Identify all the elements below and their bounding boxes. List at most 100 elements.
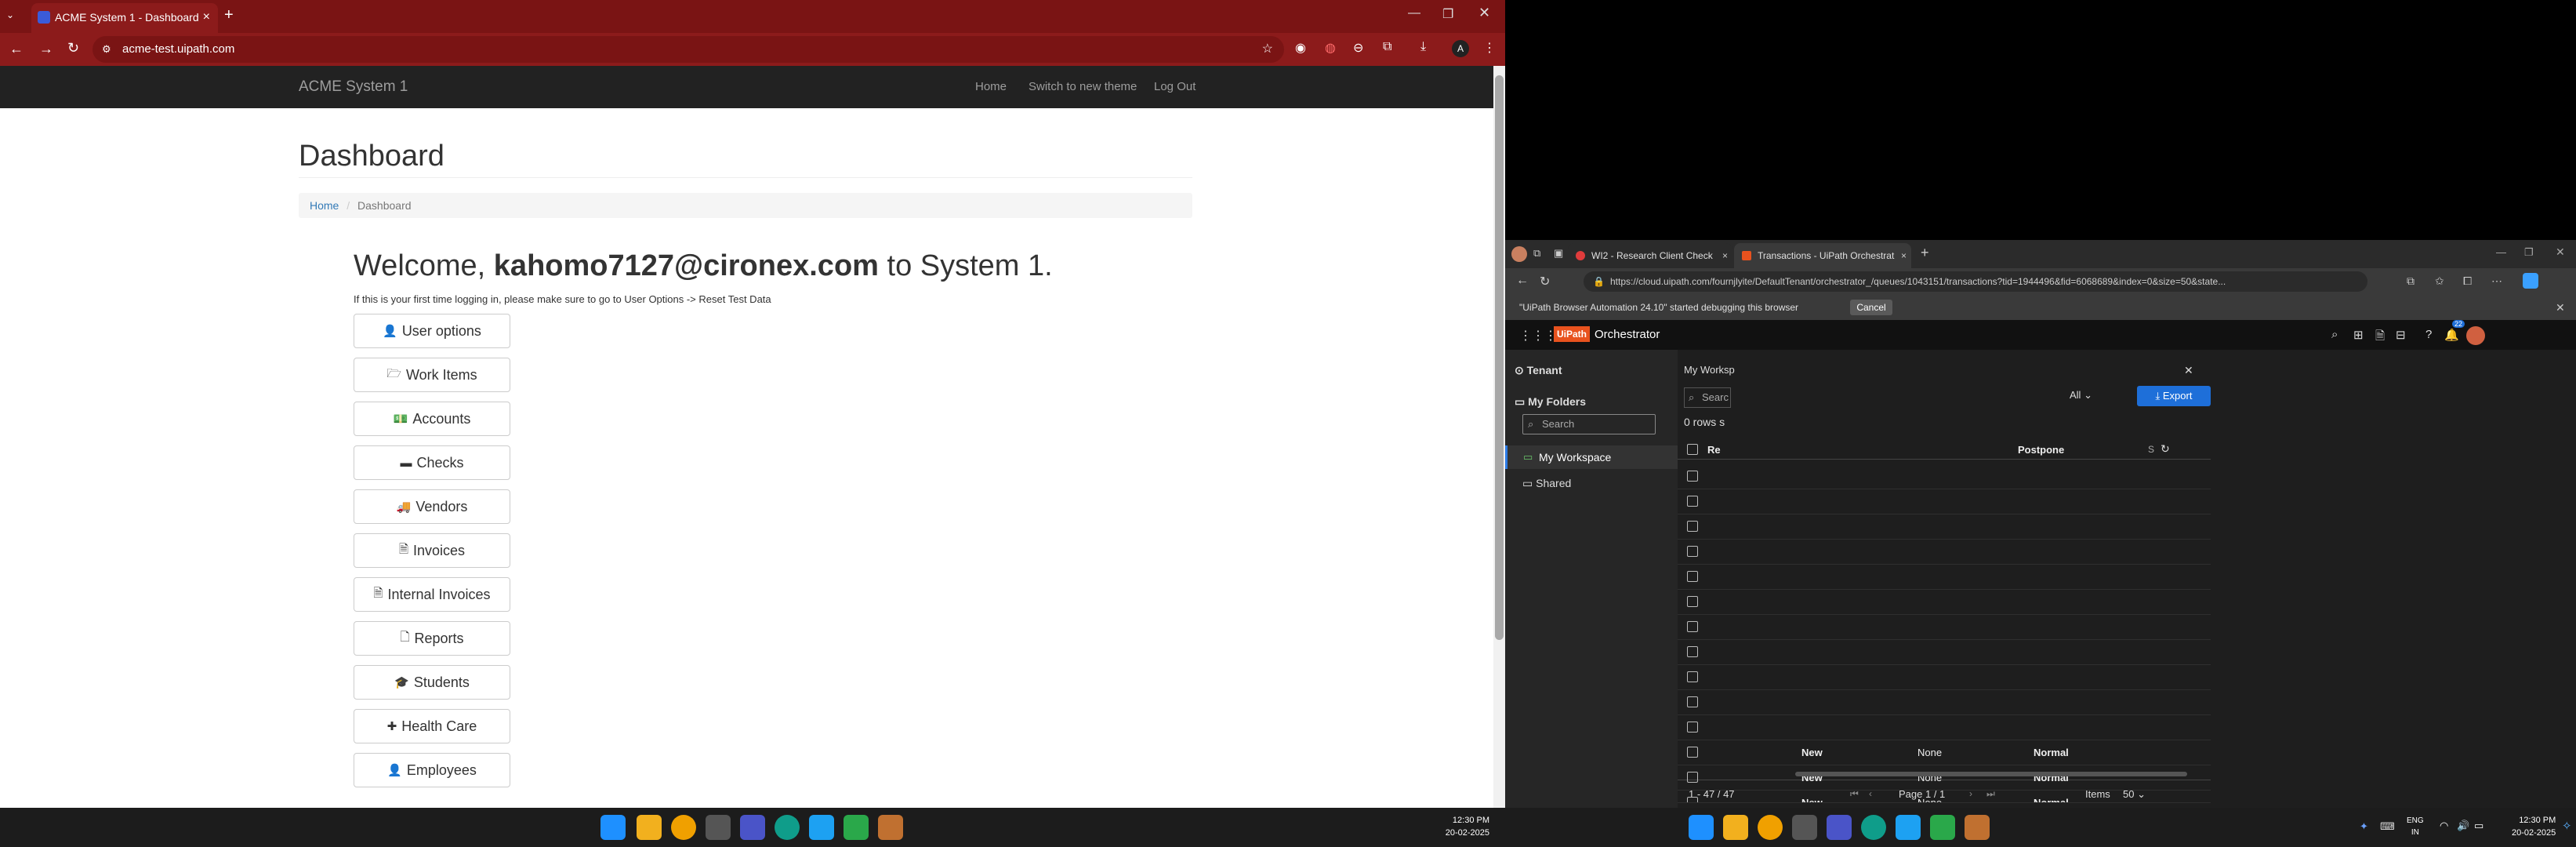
volume-icon[interactable]: 🔊 [2457, 820, 2469, 832]
table-icon[interactable]: ⊟ [2396, 328, 2406, 342]
sidebar-tenant[interactable]: ⊙ Tenant [1515, 364, 1562, 377]
menu-button-invoices[interactable]: 🗎 Invoices [354, 533, 510, 568]
app-icon-2[interactable] [844, 815, 869, 840]
file-explorer-icon[interactable] [637, 815, 662, 840]
extension-uipath-icon[interactable]: ◉ [1295, 40, 1306, 56]
table-row[interactable] [1678, 540, 2211, 565]
user-avatar[interactable] [2466, 326, 2485, 345]
extension-record-icon[interactable]: ◍ [1325, 40, 1336, 56]
wifi-icon[interactable]: ◠ [2440, 820, 2448, 832]
table-row[interactable] [1678, 665, 2211, 690]
back-icon[interactable]: ← [9, 41, 24, 57]
tab-search-chevron-icon[interactable]: ⌄ [6, 9, 14, 20]
row-checkbox[interactable] [1687, 797, 1698, 802]
all-filter-dropdown[interactable]: All ⌄ [2070, 389, 2092, 402]
studio-icon[interactable] [1896, 815, 1921, 840]
teams-icon[interactable] [740, 815, 765, 840]
nav-home-link[interactable]: Home [975, 66, 1007, 108]
row-checkbox[interactable] [1687, 747, 1698, 758]
extensions-puzzle-icon[interactable]: ⧉ [1383, 40, 1391, 54]
menu-button-vendors[interactable]: 🚚 Vendors [354, 489, 510, 524]
menu-button-work-items[interactable]: 🗁 Work Items [354, 358, 510, 392]
nav-switch-theme-link[interactable]: Switch to new theme [1029, 66, 1137, 108]
edge-profile-avatar[interactable] [1511, 246, 1527, 262]
workspaces-icon[interactable]: ⧉ [1533, 247, 1540, 260]
system-clock-left[interactable]: 12:30 PM 20-02-2025 [1446, 814, 1489, 839]
row-checkbox[interactable] [1687, 546, 1698, 557]
battery-icon[interactable]: ▭ [2474, 820, 2483, 832]
menu-button-internal-invoices[interactable]: 🗎 Internal Invoices [354, 577, 510, 612]
row-checkbox[interactable] [1687, 471, 1698, 482]
sidebar-item-shared[interactable]: ▭ Shared [1522, 477, 1571, 490]
menu-button-accounts[interactable]: 💵 Accounts [354, 402, 510, 436]
transactions-search-input[interactable]: ⌕ Searc [1684, 387, 1731, 408]
row-checkbox[interactable] [1687, 496, 1698, 507]
breadcrumb-home-link[interactable]: Home [310, 199, 339, 212]
close-tab-icon[interactable]: × [203, 3, 210, 31]
close-panel-icon[interactable]: ✕ [2184, 364, 2193, 377]
edge-icon[interactable] [1861, 815, 1886, 840]
new-tab-icon[interactable]: + [224, 6, 234, 24]
row-checkbox[interactable] [1687, 646, 1698, 657]
row-checkbox[interactable] [1687, 521, 1698, 532]
row-checkbox[interactable] [1687, 571, 1698, 582]
extension-minus-icon[interactable]: ⊖ [1353, 40, 1363, 56]
menu-button-checks[interactable]: ▬ Checks [354, 445, 510, 480]
sidebar-item-my-workspace[interactable]: ▭ My Workspace [1505, 445, 1678, 469]
close-window-icon[interactable]: ✕ [1478, 5, 1490, 21]
tab-actions-icon[interactable]: ▣ [1554, 247, 1563, 260]
close-tab-icon[interactable]: × [1722, 243, 1728, 268]
search-icon[interactable]: ⌕ [2331, 328, 2338, 341]
start-icon[interactable] [1689, 815, 1714, 840]
cancel-debug-button[interactable]: Cancel [1850, 300, 1892, 315]
studio-icon[interactable] [809, 815, 834, 840]
table-row[interactable]: New None Normal [1678, 765, 2211, 791]
new-tab-icon[interactable]: + [1921, 245, 1929, 261]
col-header-s[interactable]: S [2148, 444, 2154, 455]
file-explorer-icon[interactable] [1723, 815, 1748, 840]
close-infobar-icon[interactable]: ✕ [2556, 295, 2565, 320]
nav-logout-link[interactable]: Log Out [1154, 66, 1195, 108]
uipath-logo[interactable]: UiPath [1554, 326, 1591, 342]
table-row[interactable] [1678, 690, 2211, 715]
extensions-icon[interactable]: ⧉ [2407, 274, 2415, 288]
col-header-postpone[interactable]: Postpone [2018, 444, 2064, 456]
close-tab-icon[interactable]: × [1901, 243, 1907, 268]
notifications-bell-icon[interactable]: 🔔 [2444, 328, 2459, 342]
system-clock-right[interactable]: 12:30 PM 20-02-2025 [2512, 814, 2556, 839]
add-icon[interactable]: ⊞ [2353, 328, 2364, 342]
table-row[interactable] [1678, 715, 2211, 740]
site-info-icon[interactable]: ⚙ [102, 36, 111, 63]
acme-app-icon[interactable] [1965, 815, 1990, 840]
browser-tab-active[interactable]: ACME System 1 - Dashboard × [31, 3, 218, 33]
maximize-icon[interactable]: ❐ [2524, 246, 2534, 259]
menu-button-user-options[interactable]: 👤 User options [354, 314, 510, 348]
row-checkbox[interactable] [1687, 621, 1698, 632]
app-icon-1[interactable] [706, 815, 731, 840]
start-icon[interactable] [600, 815, 626, 840]
forward-icon[interactable]: → [39, 41, 53, 57]
acme-brand[interactable]: ACME System 1 [299, 66, 408, 108]
docs-icon[interactable]: 🗎 [2375, 328, 2385, 347]
table-row[interactable]: New None Normal [1678, 740, 2211, 765]
favorites-icon[interactable]: ✩ [2435, 274, 2444, 288]
url-bar[interactable]: ⚙ acme-test.uipath.com ☆ [93, 36, 1284, 63]
select-all-checkbox[interactable] [1687, 444, 1698, 455]
menu-button-health-care[interactable]: ✚ Health Care [354, 709, 510, 743]
page-scrollbar-thumb[interactable] [1495, 75, 1504, 640]
row-checkbox[interactable] [1687, 772, 1698, 783]
profile-avatar[interactable]: A [1452, 40, 1469, 57]
chrome-icon[interactable] [671, 815, 696, 840]
table-row[interactable] [1678, 514, 2211, 540]
table-row[interactable] [1678, 615, 2211, 640]
table-row[interactable] [1678, 489, 2211, 514]
table-row[interactable] [1678, 565, 2211, 590]
edge-tab-transactions[interactable]: Transactions - UiPath Orchestrat × [1734, 243, 1911, 268]
minimize-icon[interactable]: — [1408, 6, 1420, 20]
row-checkbox[interactable] [1687, 722, 1698, 732]
app-icon-2[interactable] [1930, 815, 1955, 840]
acme-app-icon[interactable] [878, 815, 903, 840]
table-row[interactable] [1678, 464, 2211, 489]
url-bar[interactable]: 🔒 https://cloud.uipath.com/fournjlyite/D… [1584, 271, 2367, 292]
export-button[interactable]: ⤓ Export [2137, 386, 2211, 406]
